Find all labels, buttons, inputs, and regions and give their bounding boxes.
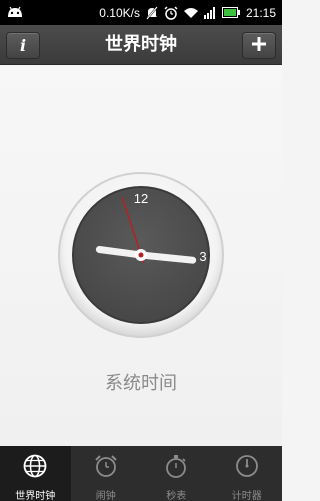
timer-icon [234, 453, 260, 483]
android-icon [6, 3, 26, 21]
page-title: 世界时钟 [105, 34, 177, 55]
main-area: 12 3 系统时间 [0, 66, 282, 446]
nav-label-timer: 计时器 [231, 491, 262, 501]
nav-label-world-clock: 世界时钟 [15, 491, 56, 501]
nav-world-clock[interactable]: 世界时钟 [0, 446, 71, 501]
nav-label-stopwatch: 秒表 [166, 491, 187, 501]
alarm-clock-icon [93, 453, 119, 483]
mute-icon [146, 5, 158, 20]
alarm-icon [164, 5, 178, 20]
info-button[interactable]: i [6, 32, 40, 59]
numeral-12: 12 [134, 191, 148, 206]
numeral-3: 3 [199, 249, 206, 264]
nav-alarm[interactable]: 闹钟 [71, 446, 142, 501]
status-bar: 0.10K/s 21:15 [0, 0, 282, 25]
analog-clock[interactable]: 12 3 [57, 171, 225, 339]
stopwatch-icon [163, 453, 189, 483]
bottom-nav: 世界时钟 闹钟 秒表 计时器 [0, 446, 282, 501]
battery-icon [221, 7, 240, 18]
globe-icon [22, 453, 48, 483]
clock-center-dot [138, 252, 144, 258]
nav-stopwatch[interactable]: 秒表 [141, 446, 212, 501]
title-bar: 世界时钟 i [0, 25, 282, 65]
clock-label: 系统时间 [105, 373, 177, 394]
signal-icon [203, 6, 216, 19]
plus-icon [251, 36, 267, 56]
info-icon: i [19, 36, 27, 55]
status-time: 21:15 [245, 5, 276, 20]
wifi-icon [183, 7, 198, 19]
add-clock-button[interactable] [242, 32, 276, 59]
nav-timer[interactable]: 计时器 [212, 446, 283, 501]
nav-label-alarm: 闹钟 [95, 491, 116, 501]
network-speed: 0.10K/s [99, 5, 140, 20]
